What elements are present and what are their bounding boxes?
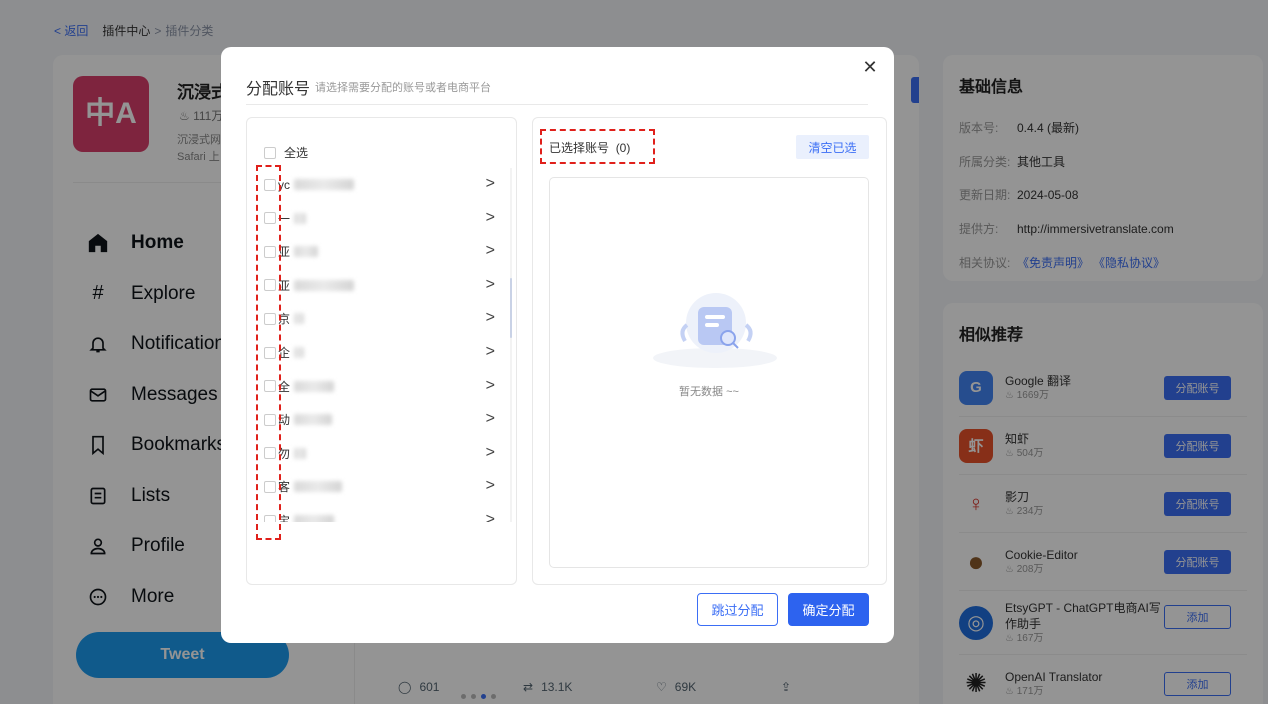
chevron-right-icon[interactable]: > xyxy=(486,377,495,395)
selected-accounts-list: 暂无数据 ~~ xyxy=(549,177,869,568)
divider xyxy=(246,104,868,105)
account-row[interactable]: 动 > xyxy=(247,403,509,436)
checkbox-column-highlight xyxy=(256,165,281,540)
chevron-right-icon[interactable]: > xyxy=(486,477,495,495)
scrollbar-thumb[interactable] xyxy=(510,278,512,338)
account-row[interactable]: 勿 > xyxy=(247,437,509,470)
chevron-right-icon[interactable]: > xyxy=(486,242,495,260)
chevron-right-icon[interactable]: > xyxy=(486,444,495,462)
account-row[interactable]: 客 > xyxy=(247,470,509,503)
select-all-checkbox[interactable]: 全选 xyxy=(264,144,308,161)
clear-selected-button[interactable]: 清空已选 xyxy=(796,135,869,159)
account-row[interactable]: yc > xyxy=(247,168,509,201)
skip-assign-button[interactable]: 跳过分配 xyxy=(697,593,778,626)
chevron-right-icon[interactable]: > xyxy=(486,343,495,361)
account-row[interactable]: 亚 > xyxy=(247,235,509,268)
account-row[interactable]: 全 > xyxy=(247,370,509,403)
modal-title: 分配账号 xyxy=(246,81,311,98)
selected-label-highlight xyxy=(540,129,655,164)
account-row[interactable]: 亚 > xyxy=(247,269,509,302)
empty-state-text: 暂无数据 ~~ xyxy=(679,386,739,398)
assign-account-modal: 分配账号 请选择需要分配的账号或者电商平台 ✕ 全选 yc > 一 > 亚 > 亚 > … xyxy=(221,47,894,643)
chevron-right-icon[interactable]: > xyxy=(486,511,495,522)
chevron-right-icon[interactable]: > xyxy=(486,309,495,327)
chevron-right-icon[interactable]: > xyxy=(486,276,495,294)
account-row[interactable]: 一 > xyxy=(247,202,509,235)
account-row[interactable]: 企 > xyxy=(247,336,509,369)
account-list-panel: 全选 yc > 一 > 亚 > 亚 > 京 > 企 > 全 > 动 > 勿 > 客 > 宝 > xyxy=(246,117,517,585)
close-icon[interactable]: ✕ xyxy=(860,57,880,77)
chevron-right-icon[interactable]: > xyxy=(486,175,495,193)
account-row[interactable]: 宝 > xyxy=(247,504,509,522)
empty-state-illustration xyxy=(653,293,777,368)
account-list[interactable]: yc > 一 > 亚 > 亚 > 京 > 企 > 全 > 动 > 勿 > 客 > 宝 > xyxy=(247,168,509,522)
scrollbar-track[interactable] xyxy=(510,168,512,522)
checkbox[interactable] xyxy=(264,146,276,159)
chevron-right-icon[interactable]: > xyxy=(486,410,495,428)
confirm-assign-button[interactable]: 确定分配 xyxy=(788,593,869,626)
chevron-right-icon[interactable]: > xyxy=(486,209,495,227)
account-row[interactable]: 京 > xyxy=(247,302,509,335)
modal-subtitle: 请选择需要分配的账号或者电商平台 xyxy=(315,82,491,94)
